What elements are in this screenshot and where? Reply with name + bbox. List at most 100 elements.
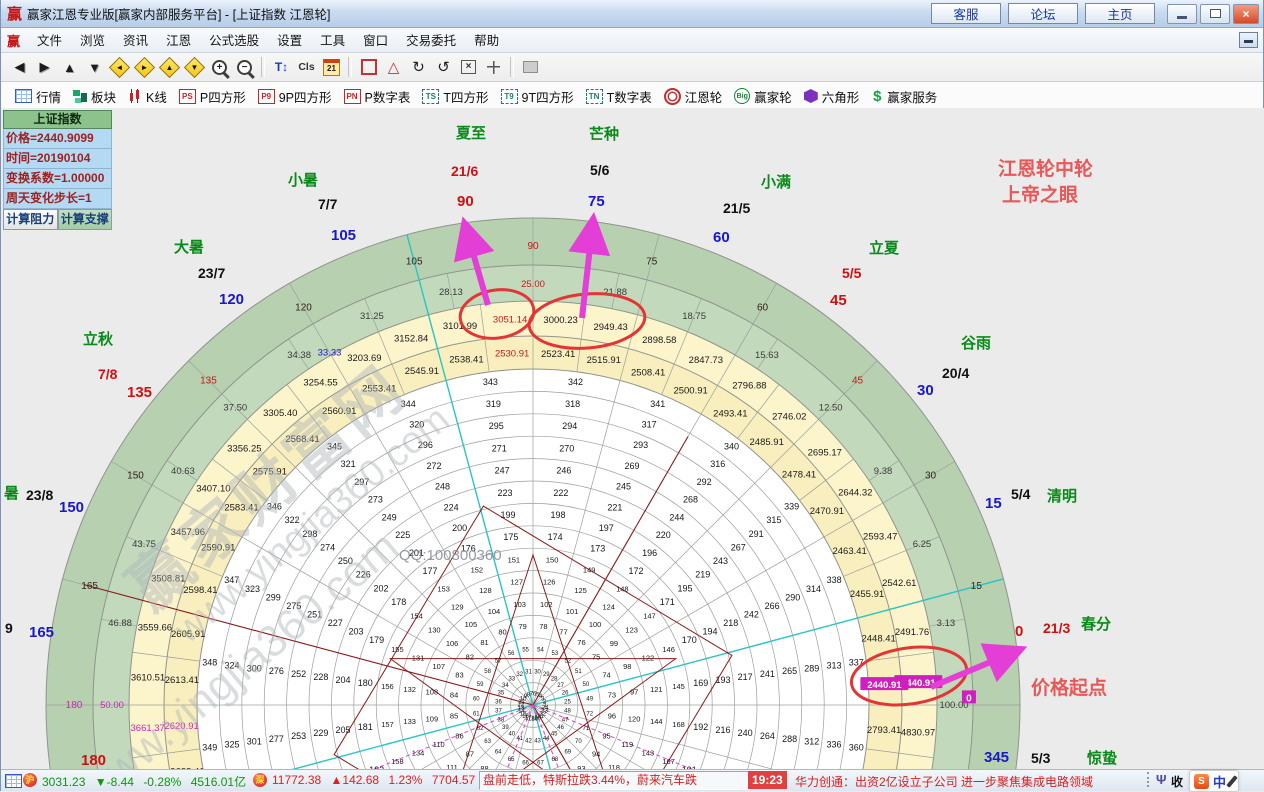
panel-row: 变换系数=1.00000 [3, 169, 112, 189]
sectors-icon [73, 90, 87, 103]
winner-wheel-button[interactable]: Big赢家轮 [730, 85, 800, 108]
close-button[interactable]: × [1233, 4, 1259, 24]
svg-text:6.25: 6.25 [913, 539, 932, 550]
rotate-ccw-icon[interactable]: ↺ [431, 56, 456, 79]
svg-text:105: 105 [406, 257, 423, 268]
svg-text:96: 96 [608, 711, 616, 720]
svg-text:2470.91: 2470.91 [810, 506, 844, 517]
shenzhen-market-icon: 深 [253, 773, 267, 787]
svg-text:36: 36 [495, 699, 502, 705]
menu-item[interactable]: 江恩 [157, 32, 200, 50]
p9-square-button[interactable]: P9 9P四方形 [254, 85, 340, 108]
move-down-icon[interactable]: ▼ [182, 56, 207, 79]
cls-button[interactable]: Cls [294, 56, 319, 79]
toolbar-item-label: 赢家轮 [754, 87, 792, 106]
triangle-tool-icon[interactable]: △ [381, 56, 406, 79]
menu-item[interactable]: 资讯 [114, 32, 157, 50]
hexagon-button[interactable]: 六角形 [800, 85, 868, 108]
move-left-icon[interactable]: ◄ [107, 56, 132, 79]
menu-item[interactable]: 设置 [268, 32, 311, 50]
svg-text:220: 220 [656, 530, 671, 540]
menu-item[interactable]: 公式选股 [200, 32, 268, 50]
svg-text:23/7: 23/7 [198, 265, 225, 281]
menu-item[interactable]: 文件 [28, 32, 71, 50]
svg-text:150: 150 [59, 499, 84, 516]
handwriting-pen-icon[interactable] [1226, 775, 1237, 788]
screen-tool-icon[interactable] [518, 56, 543, 79]
svg-text:90: 90 [527, 241, 539, 252]
quote-grid-icon[interactable] [5, 774, 22, 788]
page-left-icon[interactable]: ◀ [7, 56, 32, 79]
news-ticker[interactable]: 盘前走低，特斯拉跌3.44%，蔚来汽车跌 [479, 771, 749, 790]
t-table-button[interactable]: TNT数字表 [582, 85, 660, 108]
child-window-icon[interactable] [1239, 32, 1258, 48]
svg-text:154: 154 [410, 612, 423, 621]
p-square-button[interactable]: PSP四方形 [175, 85, 254, 108]
calc-resistance-button[interactable]: 计算阻力 [3, 209, 58, 230]
peak-up-icon[interactable]: ▲ [57, 56, 82, 79]
menu-item[interactable]: 帮助 [465, 32, 508, 50]
restore-button[interactable] [1200, 4, 1230, 24]
kline-button[interactable]: K线 [124, 85, 175, 108]
t-square-button[interactable]: TST四方形 [418, 85, 496, 108]
svg-text:12.50: 12.50 [819, 402, 843, 413]
shenzhen-quote[interactable]: 11772.38 ▲142.68 1.23% 7704.57 [272, 773, 481, 787]
svg-text:336: 336 [826, 740, 841, 750]
svg-text:272: 272 [426, 461, 441, 471]
svg-text:274: 274 [320, 542, 335, 552]
p-table-button[interactable]: PNP数字表 [340, 85, 419, 108]
ime-mode-icon[interactable]: 中 [1213, 772, 1226, 791]
svg-text:299: 299 [266, 592, 281, 602]
panel-buttons: 计算阻力 计算支撑 [3, 209, 112, 230]
menu-item[interactable]: 交易委托 [397, 32, 465, 50]
time-axis-icon[interactable]: T↕ [269, 56, 294, 79]
zoom-in-icon[interactable]: + [207, 56, 232, 79]
titlebar-button-1[interactable]: 论坛 [1008, 3, 1078, 24]
svg-text:99: 99 [610, 639, 618, 648]
menu-item[interactable]: 工具 [311, 32, 354, 50]
peak-down-icon[interactable]: ▼ [82, 56, 107, 79]
svg-text:224: 224 [444, 502, 459, 512]
minimize-button[interactable] [1167, 4, 1197, 24]
svg-text:45: 45 [830, 292, 847, 309]
toolbar-item-label: 9P四方形 [279, 87, 332, 106]
svg-text:5/6: 5/6 [590, 162, 610, 178]
delete-box-icon[interactable]: × [456, 56, 481, 79]
square-tool-icon[interactable] [356, 56, 381, 79]
svg-text:125: 125 [574, 586, 587, 595]
move-right-icon[interactable]: ► [132, 56, 157, 79]
titlebar-button-0[interactable]: 客服 [931, 3, 1001, 24]
svg-text:45: 45 [551, 732, 558, 738]
t9-square-button[interactable]: T99T四方形 [497, 85, 582, 108]
sectors-button[interactable]: 板块 [69, 85, 124, 108]
sogou-ime-icon[interactable]: S [1194, 774, 1209, 789]
quotes-icon [15, 89, 32, 103]
gann-wheel-svg[interactable]: 1234567891011121314151617181920212223242… [1, 108, 1264, 770]
winner-service-button[interactable]: $赢家服务 [867, 85, 945, 108]
window-controls: × [1167, 4, 1259, 24]
calc-support-button[interactable]: 计算支撑 [58, 209, 113, 230]
svg-text:2478.41: 2478.41 [782, 470, 816, 481]
svg-text:158: 158 [391, 757, 404, 766]
svg-text:3305.40: 3305.40 [263, 408, 297, 419]
rotate-cw-icon[interactable]: ↻ [406, 56, 431, 79]
titlebar-button-2[interactable]: 主页 [1085, 3, 1155, 24]
svg-text:217: 217 [738, 672, 753, 682]
menu-item[interactable]: 窗口 [354, 32, 397, 50]
zoom-out-icon[interactable]: − [232, 56, 257, 79]
svg-text:30: 30 [534, 669, 541, 675]
gann-wheel-button[interactable]: 江恩轮 [660, 85, 731, 108]
p9-square-icon: P9 [258, 89, 275, 104]
crosshair-icon[interactable] [481, 56, 506, 79]
svg-text:130: 130 [428, 625, 441, 634]
calendar-icon[interactable]: 21 [319, 56, 344, 79]
quotes-button[interactable]: 行情 [11, 85, 69, 108]
menu-item[interactable]: 浏览 [71, 32, 114, 50]
page-right-icon[interactable]: ▶ [32, 56, 57, 79]
sz-change-value: ▲142.68 [331, 773, 380, 787]
news-headline[interactable]: 华力创通：出资2亿设立子公司 进一步聚焦集成电路领域 [795, 773, 1093, 790]
shanghai-quote[interactable]: 3031.23 ▼-8.44 -0.28% 4516.01亿 [42, 773, 252, 790]
move-up-icon[interactable]: ▲ [157, 56, 182, 79]
svg-text:194: 194 [702, 627, 717, 637]
svg-text:3051.14: 3051.14 [493, 315, 527, 326]
